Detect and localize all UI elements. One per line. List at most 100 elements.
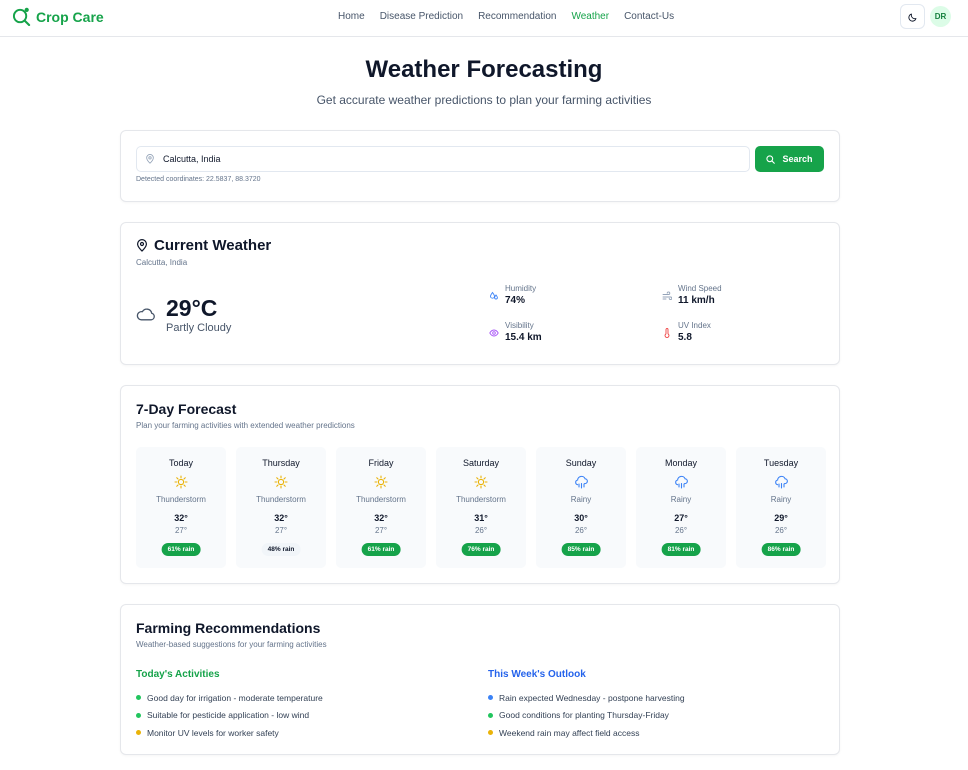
list-item: Suitable for pesticide application - low… <box>136 707 323 725</box>
todays-activities-heading: Today's Activities <box>136 669 220 680</box>
location-search-input[interactable]: Calcutta, India <box>136 146 750 172</box>
forecast-day-name: Saturday <box>462 458 500 468</box>
forecast-high-temp: 31° <box>474 513 488 523</box>
brand-name: Crop Care <box>36 8 104 25</box>
forecast-condition: Thunderstorm <box>256 495 306 504</box>
detected-coordinates: Detected coordinates: 22.5837, 88.3720 <box>136 176 261 183</box>
search-value: Calcutta, India <box>163 154 221 164</box>
forecast-day-name: Friday <box>368 458 394 468</box>
rain-chance-badge: 48% rain <box>261 543 301 556</box>
forecast-low-temp: 26° <box>574 526 588 535</box>
current-weather-card: Current Weather Calcutta, India 29°C Par… <box>120 222 840 365</box>
todays-activities: Today's Activities Good day for irrigati… <box>136 669 323 742</box>
forecast-high-temp: 30° <box>574 513 588 523</box>
forecast-day-thursday: Thursday Thunderstorm 32° 27° 48% rain <box>236 447 326 568</box>
forecast-high-temp: 32° <box>174 513 188 523</box>
forecast-low-temp: 27° <box>174 526 188 535</box>
forecast-day-tuesday: Tuesday Rainy 29° 26° 86% rain <box>736 447 826 568</box>
recommendations-subtitle: Weather-based suggestions for your farmi… <box>136 640 327 649</box>
wind-speed-stat: Wind Speed 11 km/h <box>662 284 722 306</box>
user-avatar[interactable]: DR <box>930 6 951 27</box>
weeks-outlook: This Week's Outlook Rain expected Wednes… <box>488 669 685 742</box>
forecast-high-temp: 29° <box>774 513 788 523</box>
current-weather-title: Current Weather <box>154 237 272 254</box>
location-search-card: Calcutta, India Search Detected coordina… <box>120 130 840 202</box>
list-item-text: Good conditions for planting Thursday-Fr… <box>499 710 669 721</box>
list-item: Rain expected Wednesday - postpone harve… <box>488 689 685 707</box>
forecast-low-temp: 26° <box>674 526 688 535</box>
forecast-condition: Thunderstorm <box>456 495 506 504</box>
list-item: Monitor UV levels for worker safety <box>136 724 323 742</box>
page-title: Weather Forecasting <box>365 56 603 83</box>
forecast-title: 7-Day Forecast <box>136 401 237 417</box>
wind-speed-value: 11 km/h <box>678 295 715 306</box>
forecast-condition: Thunderstorm <box>156 495 206 504</box>
current-location: Calcutta, India <box>136 258 188 267</box>
forecast-day-monday: Monday Rainy 27° 26° 81% rain <box>636 447 726 568</box>
map-pin-icon <box>136 239 148 252</box>
humidity-value: 74% <box>505 295 526 306</box>
current-condition: Partly Cloudy <box>166 322 232 334</box>
map-pin-icon <box>146 154 154 164</box>
forecast-day-today: Today Thunderstorm 32° 27° 61% rain <box>136 447 226 568</box>
list-item: Good day for irrigation - moderate tempe… <box>136 689 323 707</box>
forecast-day-name: Today <box>168 458 194 468</box>
forecast-subtitle: Plan your farming activities with extend… <box>136 421 355 430</box>
list-item-text: Good day for irrigation - moderate tempe… <box>147 692 323 703</box>
nav-recommendation[interactable]: Recommendation <box>478 11 556 22</box>
list-item-text: Monitor UV levels for worker safety <box>147 727 279 738</box>
current-weather-heading: Current Weather <box>136 237 271 254</box>
forecast-low-temp: 26° <box>774 526 788 535</box>
weeks-outlook-heading: This Week's Outlook <box>488 669 586 680</box>
rain-chance-badge: 76% rain <box>461 543 501 556</box>
rain-chance-badge: 81% rain <box>661 543 701 556</box>
theme-toggle-button[interactable] <box>900 4 925 29</box>
list-item-text: Weekend rain may affect field access <box>499 727 640 738</box>
forecast-day-friday: Friday Thunderstorm 32° 27° 61% rain <box>336 447 426 568</box>
rain-chance-badge: 85% rain <box>561 543 601 556</box>
sun-icon <box>174 475 188 489</box>
sun-icon <box>474 475 488 489</box>
eye-icon <box>489 329 499 337</box>
wind-speed-label: Wind Speed <box>678 284 722 293</box>
nav-disease-prediction[interactable]: Disease Prediction <box>380 11 463 22</box>
humidity-stat: Humidity 74% <box>489 284 536 306</box>
droplets-icon <box>490 291 498 300</box>
cloud-rain-icon <box>774 475 788 489</box>
nav-home[interactable]: Home <box>338 11 365 22</box>
cloud-rain-icon <box>574 475 588 489</box>
forecast-low-temp: 27° <box>274 526 288 535</box>
forecast-condition: Rainy <box>570 495 592 504</box>
farming-recommendations-card: Farming Recommendations Weather-based su… <box>120 604 840 755</box>
search-icon <box>766 154 776 164</box>
forecast-condition: Thunderstorm <box>356 495 406 504</box>
humidity-label: Humidity <box>505 284 537 293</box>
forecast-high-temp: 32° <box>374 513 388 523</box>
sun-icon <box>374 475 388 489</box>
moon-icon <box>907 13 916 22</box>
nav-weather[interactable]: Weather <box>571 11 609 22</box>
main-nav: Home Disease Prediction Recommendation W… <box>338 11 674 22</box>
forecast-day-name: Sunday <box>565 458 597 468</box>
rain-chance-badge: 61% rain <box>361 543 401 556</box>
nav-contact-us[interactable]: Contact-Us <box>624 11 674 22</box>
cloud-icon <box>136 308 155 321</box>
forecast-days: Today Thunderstorm 32° 27° 61% rain Thursday T… <box>136 447 826 568</box>
search-button[interactable]: Search <box>755 146 824 172</box>
forecast-high-temp: 27° <box>674 513 688 523</box>
brand-logo[interactable]: Crop Care <box>12 7 104 26</box>
visibility-value: 15.4 km <box>505 332 542 343</box>
current-temperature: 29°C <box>166 295 218 321</box>
leaf-search-icon <box>12 7 31 26</box>
forecast-low-temp: 26° <box>474 526 488 535</box>
forecast-low-temp: 27° <box>374 526 388 535</box>
thermometer-icon <box>664 328 670 338</box>
bullet-dot <box>488 730 493 736</box>
list-item: Weekend rain may affect field access <box>488 724 685 742</box>
list-item-text: Rain expected Wednesday - postpone harve… <box>499 692 685 703</box>
bullet-dot <box>488 712 493 718</box>
page-subtitle: Get accurate weather predictions to plan… <box>316 93 652 107</box>
list-item-text: Suitable for pesticide application - low… <box>147 710 310 721</box>
visibility-label: Visibility <box>505 321 534 330</box>
top-navbar: Crop Care Home Disease Prediction Recomm… <box>0 0 968 37</box>
